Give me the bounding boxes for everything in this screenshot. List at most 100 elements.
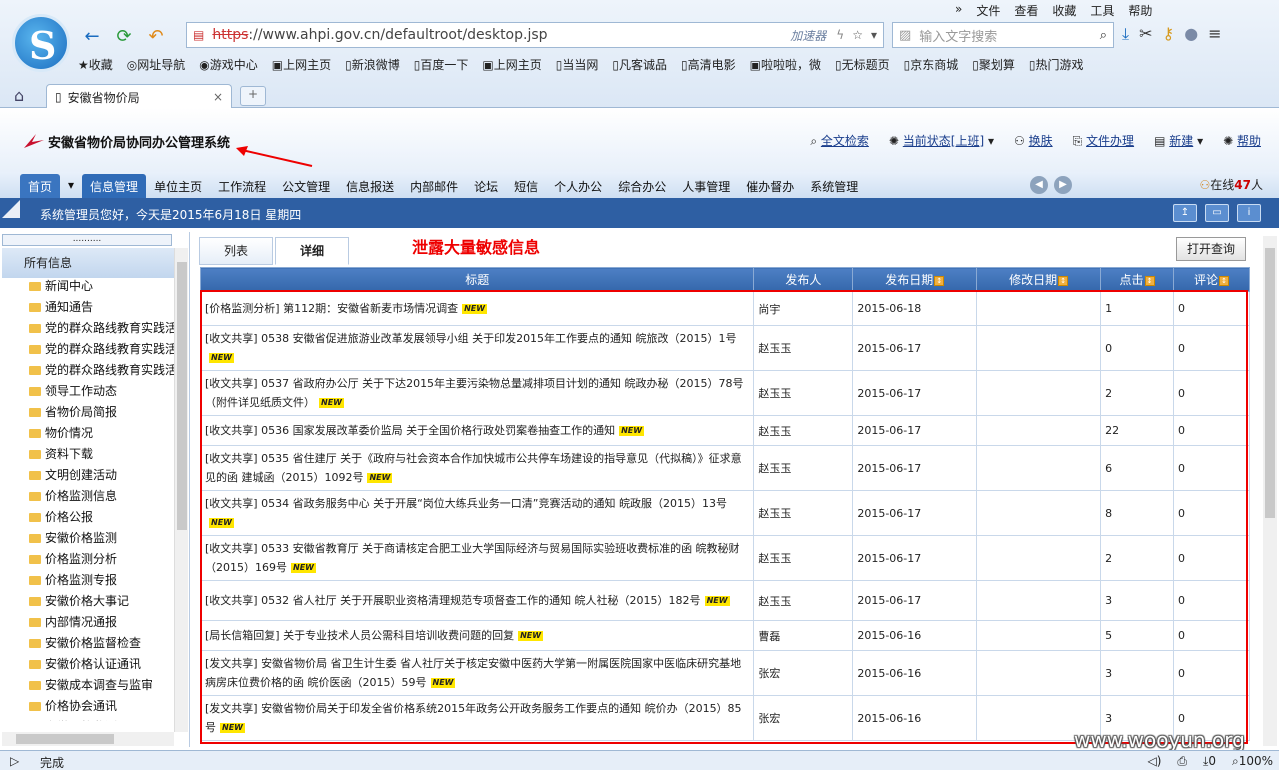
search-icon[interactable]: ⌕ — [1100, 28, 1107, 43]
bookmark-item[interactable]: ▯聚划算 — [972, 56, 1015, 73]
dots-icon[interactable]: ● — [1184, 24, 1198, 44]
cell-title-text[interactable]: [收文共享] 0537 省政府办公厅 关于下达2015年主要污染物总量减排项目计… — [205, 377, 744, 409]
cell-title-text[interactable]: [收文共享] 0538 安徽省促进旅游业改革发展领导小组 关于印发2015年工作… — [205, 332, 737, 345]
info-icon[interactable]: i — [1237, 204, 1261, 222]
new-link[interactable]: 新建 — [1169, 134, 1193, 148]
chevron-down-icon[interactable]: ▾ — [871, 28, 877, 42]
cell-title[interactable]: [收文共享] 0533 安徽省教育厅 关于商请核定合肥工业大学国际经济与贸易国际… — [199, 535, 755, 581]
col-date[interactable]: 发布日期 ↕ — [852, 267, 978, 292]
sidebar-item[interactable]: 领导工作动态 — [20, 381, 174, 402]
table-row[interactable]: [收文共享] 0536 国家发展改革委价监局 关于全国价格行政处罚案卷抽查工作的… — [199, 415, 1250, 446]
sort-icon[interactable]: ↕ — [1219, 275, 1230, 286]
table-row[interactable]: [收文共享] 0534 省政务服务中心 关于开展“岗位大练兵业务一口清”竞赛活动… — [199, 490, 1250, 536]
sidebar-toggle[interactable]: .......... — [2, 234, 172, 246]
cell-title[interactable]: [局长信箱回复] 关于专业技术人员公需科目培训收费问题的回复 NEW — [199, 620, 755, 651]
bookmark-item[interactable]: ★收藏 — [78, 56, 113, 73]
menu-hr[interactable]: 人事管理 — [674, 174, 738, 199]
sidebar-item[interactable]: 安徽价格认证通讯 — [20, 654, 174, 675]
cell-title-text[interactable]: [收文共享] 0536 国家发展改革委价监局 关于全国价格行政处罚案卷抽查工作的… — [205, 424, 615, 437]
back-arrow-icon[interactable]: ← — [80, 24, 104, 48]
sidebar-item[interactable]: 价格监测专报 — [20, 570, 174, 591]
menu-general-office[interactable]: 综合办公 — [610, 174, 674, 199]
col-comments[interactable]: 评论 ↕ — [1173, 267, 1250, 292]
menu-personal-office[interactable]: 个人办公 — [546, 174, 610, 199]
collapse-icon[interactable] — [2, 200, 20, 218]
cell-title[interactable]: [发文共享] 安徽省物价局 省卫生计生委 省人社厅关于核定安徽中医药大学第一附属… — [199, 650, 755, 696]
monitor-icon[interactable]: ▭ — [1205, 204, 1229, 222]
search-box[interactable]: ▨ 输入文字搜索 ⌕ — [892, 22, 1114, 48]
sort-icon[interactable]: ↕ — [1058, 275, 1069, 286]
cell-title[interactable]: [收文共享] 0536 国家发展改革委价监局 关于全国价格行政处罚案卷抽查工作的… — [199, 415, 755, 446]
bookmark-item[interactable]: ▣上网主页 — [272, 56, 331, 73]
close-icon[interactable]: × — [213, 90, 223, 104]
table-row[interactable]: [发文共享] 安徽省物价局 省卫生计生委 省人社厅关于核定安徽中医药大学第一附属… — [199, 650, 1250, 696]
cell-title[interactable]: [收文共享] 0537 省政府办公厅 关于下达2015年主要污染物总量减排项目计… — [199, 370, 755, 416]
file-handle-link[interactable]: 文件办理 — [1086, 134, 1134, 148]
table-row[interactable]: [收文共享] 0537 省政府办公厅 关于下达2015年主要污染物总量减排项目计… — [199, 370, 1250, 416]
current-status-link[interactable]: 当前状态[上班] — [903, 134, 984, 148]
menu-info-report[interactable]: 信息报送 — [338, 174, 402, 199]
sidebar-hscrollbar[interactable] — [2, 732, 174, 746]
menu-unit-home[interactable]: 单位主页 — [146, 174, 210, 199]
table-row[interactable]: [收文共享] 0533 安徽省教育厅 关于商请核定合肥工业大学国际经济与贸易国际… — [199, 535, 1250, 581]
sort-icon[interactable]: ↕ — [934, 275, 945, 286]
bookmark-item[interactable]: ▯热门游戏 — [1029, 56, 1084, 73]
col-author[interactable]: 发布人 — [753, 267, 854, 292]
sidebar-item[interactable]: 内部情况通报 — [20, 612, 174, 633]
sidebar-item[interactable]: 安徽价格监督检查 — [20, 633, 174, 654]
sidebar-item[interactable]: 价格监测分析 — [20, 549, 174, 570]
cell-title-text[interactable]: [发文共享] 安徽省物价局关于印发全省价格系统2015年政务公开政务服务工作要点… — [205, 702, 742, 734]
accelerator-label[interactable]: 加速器 — [790, 27, 826, 44]
menu-supervision[interactable]: 催办督办 — [738, 174, 802, 199]
star-icon[interactable]: ☆ — [852, 28, 863, 42]
menu-sms[interactable]: 短信 — [506, 174, 546, 199]
table-row[interactable]: [收文共享] 0538 安徽省促进旅游业改革发展领导小组 关于印发2015年工作… — [199, 325, 1250, 371]
fulltext-search-link[interactable]: 全文检索 — [821, 134, 869, 148]
menu-forum[interactable]: 论坛 — [466, 174, 506, 199]
lightning-icon[interactable]: ϟ — [836, 28, 844, 42]
search-input[interactable]: 输入文字搜索 — [919, 26, 1099, 45]
cell-title-text[interactable]: [收文共享] 0532 省人社厅 关于开展职业资格清理规范专项督查工作的通知 皖… — [205, 594, 701, 607]
cell-title[interactable]: [发文共享] 安徽省物价局关于印发全省价格系统2015年政务公开政务服务工作要点… — [199, 695, 755, 741]
bookmark-item[interactable]: ▯百度一下 — [414, 56, 469, 73]
tab-list[interactable]: 列表 — [199, 237, 273, 265]
menu-workflow[interactable]: 工作流程 — [210, 174, 274, 199]
sidebar-item[interactable]: 文明创建活动 — [20, 465, 174, 486]
skin-link[interactable]: 换肤 — [1029, 134, 1053, 148]
cell-title-text[interactable]: [收文共享] 0535 省住建厅 关于《政府与社会资本合作加快城市公共停车场建设… — [205, 452, 742, 484]
download-icon[interactable]: ⤓ — [1122, 24, 1129, 44]
cell-title-text[interactable]: [收文共享] 0533 安徽省教育厅 关于商请核定合肥工业大学国际经济与贸易国际… — [205, 542, 740, 574]
col-title[interactable]: 标题 — [199, 267, 755, 292]
play-icon[interactable]: ▷ — [10, 754, 19, 768]
scrollbar-thumb[interactable] — [16, 734, 114, 744]
cell-title[interactable]: [价格监测分析] 第112期：安徽省新麦市场情况调查 NEW — [199, 291, 755, 326]
sidebar-item[interactable]: 资料下载 — [20, 444, 174, 465]
key-icon[interactable]: ⚷ — [1162, 24, 1174, 44]
menu-system[interactable]: 系统管理 — [802, 174, 866, 199]
cell-title-text[interactable]: [价格监测分析] 第112期：安徽省新麦市场情况调查 — [205, 302, 458, 315]
bookmark-item[interactable]: ▣上网主页 — [482, 56, 541, 73]
bookmark-item[interactable]: ◉游戏中心 — [199, 56, 258, 73]
sidebar-item[interactable]: 安徽成本调查与监审 — [20, 675, 174, 696]
speaker-icon[interactable]: ◁) — [1147, 754, 1161, 769]
open-query-button[interactable]: 打开查询 — [1176, 237, 1246, 261]
browser-tab[interactable]: ▯ 安徽省物价局 × — [46, 84, 232, 109]
cell-title[interactable]: [收文共享] 0535 省住建厅 关于《政府与社会资本合作加快城市公共停车场建设… — [199, 445, 755, 491]
table-row[interactable]: [收文共享] 0532 省人社厅 关于开展职业资格清理规范专项督查工作的通知 皖… — [199, 580, 1250, 621]
sidebar-item[interactable]: 价格公报 — [20, 507, 174, 528]
menu-help[interactable]: 帮助 — [1128, 2, 1152, 19]
home-icon[interactable]: ⌂ — [14, 86, 24, 105]
sidebar-item[interactable]: 价格协会通讯 — [20, 696, 174, 717]
menu-info-management[interactable]: 信息管理 — [82, 174, 147, 199]
sidebar-item[interactable]: 价格监测信息 — [20, 486, 174, 507]
bookmark-item[interactable]: ◎网址导航 — [127, 56, 186, 73]
sidebar-item[interactable]: 党的群众路线教育实践活 — [20, 318, 174, 339]
bookmark-item[interactable]: ▯无标题页 — [835, 56, 890, 73]
scroll-left-icon[interactable]: ◀ — [1030, 176, 1048, 194]
browser-menu-more-icon[interactable]: » — [955, 2, 962, 19]
cell-title-text[interactable]: [收文共享] 0534 省政务服务中心 关于开展“岗位大练兵业务一口清”竞赛活动… — [205, 497, 727, 510]
sort-icon[interactable]: ↕ — [1144, 275, 1155, 286]
table-row[interactable]: [收文共享] 0535 省住建厅 关于《政府与社会资本合作加快城市公共停车场建设… — [199, 445, 1250, 491]
bookmark-item[interactable]: ▯新浪微博 — [345, 56, 400, 73]
tool-icon[interactable]: ↥ — [1173, 204, 1197, 222]
